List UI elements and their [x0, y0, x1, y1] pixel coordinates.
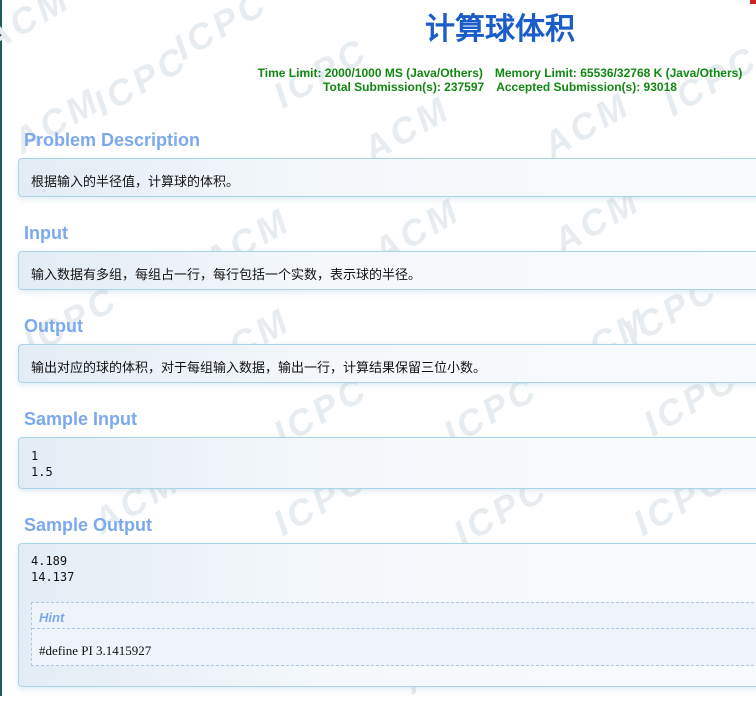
limits-row-1: Time Limit: 2000/1000 MS (Java/Others) Me…	[0, 66, 756, 80]
problem-title: 计算球体积	[425, 12, 575, 47]
hint-divider	[32, 628, 756, 629]
memory-limit: Memory Limit: 65536/32768 K (Java/Others…	[494, 66, 743, 80]
description-heading: Problem Description	[24, 130, 201, 150]
output-text: 输出对应的球的体积，对于每组输入数据，输出一行，计算结果保留三位小数。	[31, 361, 487, 376]
input-text: 输入数据有多组，每组占一行，每行包括一个实数，表示球的半径。	[31, 268, 422, 283]
description-text: 根据输入的半径值，计算球的体积。	[31, 175, 240, 190]
sample-output-panel: 4.189 14.137 Hint #define PI 3.1415927	[18, 543, 756, 687]
sample-input-text[interactable]: 1 1.5	[31, 448, 53, 480]
time-limit: Time Limit: 2000/1000 MS (Java/Others)	[257, 66, 483, 80]
sample-input-panel: 1 1.5	[18, 437, 756, 489]
output-heading: Output	[24, 316, 83, 336]
limits-row-2: Total Submission(s): 237597 Accepted Subm…	[0, 80, 756, 94]
input-heading: Input	[24, 223, 68, 243]
watermark: ACM	[535, 83, 638, 166]
hint-label: Hint	[39, 610, 65, 625]
input-panel: 输入数据有多组，每组占一行，每行包括一个实数，表示球的半径。	[18, 251, 756, 290]
sample-output-text[interactable]: 4.189 14.137	[31, 553, 74, 585]
total-submissions: Total Submission(s): 237597	[323, 80, 485, 94]
description-panel: 根据输入的半径值，计算球的体积。	[18, 158, 756, 197]
hint-box: Hint #define PI 3.1415927	[31, 602, 756, 666]
sample-output-heading: Sample Output	[24, 515, 153, 535]
accepted-submissions: Accepted Submission(s): 93018	[496, 80, 677, 94]
output-panel: 输出对应的球的体积，对于每组输入数据，输出一行，计算结果保留三位小数。	[18, 344, 756, 383]
page-left-border	[0, 0, 2, 696]
hint-text: #define PI 3.1415927	[39, 643, 152, 658]
sample-input-heading: Sample Input	[24, 409, 138, 429]
problem-limits: Time Limit: 2000/1000 MS (Java/Others) Me…	[0, 66, 756, 94]
